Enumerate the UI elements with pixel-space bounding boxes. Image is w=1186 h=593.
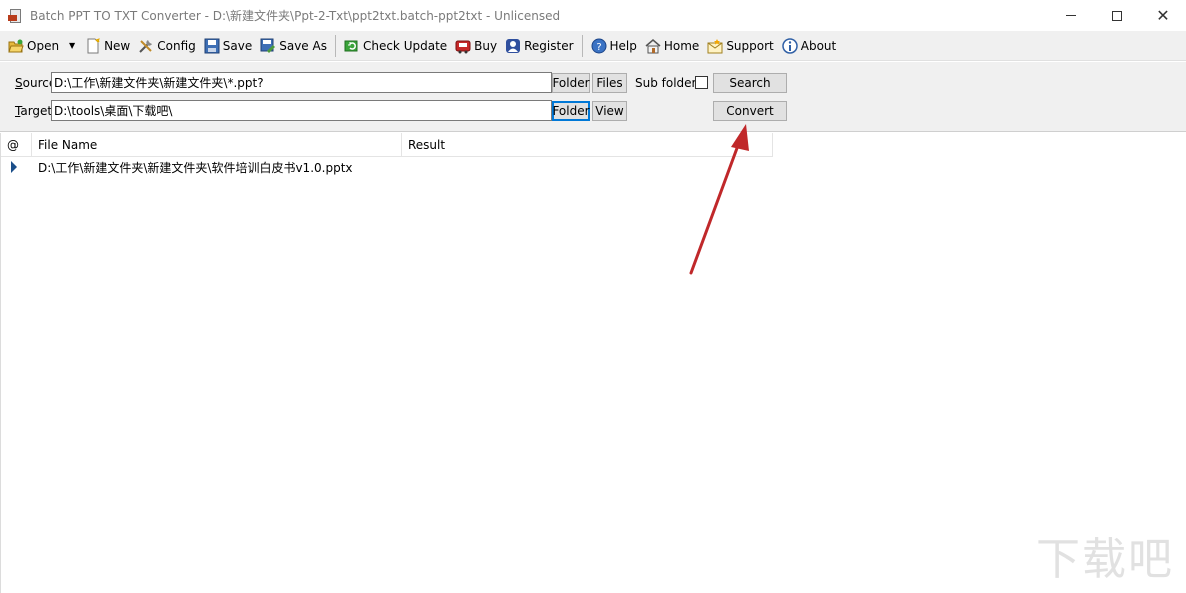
home-label: Home	[663, 38, 700, 53]
sub-folders-label: Sub folders	[635, 76, 703, 90]
help-button[interactable]: ? Help	[587, 34, 641, 58]
column-header-file-name[interactable]: File Name	[32, 133, 402, 157]
close-icon: ✕	[1156, 5, 1170, 25]
shopping-cart-icon	[455, 38, 471, 54]
current-row-indicator-icon	[11, 161, 17, 173]
refresh-icon	[344, 38, 360, 54]
new-button[interactable]: New	[81, 34, 134, 58]
close-button[interactable]: ✕	[1140, 0, 1186, 31]
target-path-input[interactable]	[51, 100, 552, 121]
search-button[interactable]: Search	[713, 73, 787, 93]
svg-text:?: ?	[596, 42, 601, 53]
support-label: Support	[726, 38, 774, 53]
tools-icon	[138, 38, 154, 54]
save-as-icon	[260, 38, 276, 54]
maximize-icon	[1112, 10, 1122, 21]
about-button[interactable]: About	[778, 34, 840, 58]
open-label: Open	[27, 38, 60, 53]
file-name-cell: D:\工作\新建文件夹\新建文件夹\软件培训白皮书v1.0.pptx	[38, 160, 353, 175]
register-button[interactable]: Register	[501, 34, 577, 58]
support-icon	[707, 38, 723, 54]
sub-folders-checkbox[interactable]	[695, 76, 708, 89]
support-button[interactable]: Support	[703, 34, 777, 58]
buy-button[interactable]: Buy	[451, 34, 501, 58]
minimize-button[interactable]	[1048, 0, 1094, 31]
title-bar: Batch PPT TO TXT Converter - D:\新建文件夹\Pp…	[0, 0, 1186, 31]
buy-label: Buy	[474, 38, 498, 53]
home-button[interactable]: Home	[641, 34, 703, 58]
folder-open-icon	[8, 38, 24, 54]
open-dropdown-button[interactable]: ▼	[65, 34, 79, 58]
save-label: Save	[222, 38, 253, 53]
target-label: Target	[15, 104, 53, 118]
home-icon	[645, 38, 661, 54]
source-path-input[interactable]	[51, 72, 552, 93]
check-update-button[interactable]: Check Update	[340, 34, 451, 58]
save-as-button[interactable]: Save As	[256, 34, 331, 58]
config-label: Config	[157, 38, 196, 53]
source-folder-button[interactable]: Folder	[552, 73, 590, 93]
user-register-icon	[505, 38, 521, 54]
chevron-down-icon: ▼	[68, 41, 76, 50]
result-cell	[402, 157, 773, 177]
config-button[interactable]: Config	[134, 34, 200, 58]
save-button[interactable]: Save	[200, 34, 256, 58]
input-panel: Source Folder Files Sub folders Search T…	[0, 62, 1186, 132]
target-folder-button[interactable]: Folder	[552, 101, 590, 121]
help-label: Help	[609, 38, 637, 53]
new-file-icon	[85, 37, 101, 54]
new-label: New	[104, 38, 131, 53]
minimize-icon	[1066, 15, 1076, 16]
convert-button[interactable]: Convert	[713, 101, 787, 121]
toolbar: Open ▼ New Config Save Save As Check Upd…	[0, 31, 1186, 61]
info-icon	[782, 37, 798, 54]
table-row[interactable]: D:\工作\新建文件夹\新建文件夹\软件培训白皮书v1.0.pptx	[1, 157, 773, 177]
grid-header: @ File Name Result	[1, 133, 773, 157]
toolbar-separator	[581, 34, 583, 57]
about-label: About	[800, 38, 837, 53]
save-as-label: Save As	[279, 38, 327, 53]
window-title: Batch PPT TO TXT Converter - D:\新建文件夹\Pp…	[30, 9, 561, 23]
toolbar-separator	[334, 34, 336, 57]
source-files-button[interactable]: Files	[592, 73, 627, 93]
help-icon: ?	[591, 38, 607, 54]
watermark-logo: 下载吧	[1036, 534, 1174, 585]
column-header-result[interactable]: Result	[402, 133, 773, 157]
check-update-label: Check Update	[362, 38, 448, 53]
target-view-button[interactable]: View	[592, 101, 627, 121]
column-header-status[interactable]: @	[1, 133, 32, 157]
floppy-disk-icon	[204, 38, 220, 54]
file-grid: @ File Name Result D:\工作\新建文件夹\新建文件夹\软件培…	[0, 133, 1186, 593]
register-label: Register	[524, 38, 574, 53]
open-button[interactable]: Open	[4, 34, 63, 58]
maximize-button[interactable]	[1094, 0, 1140, 31]
app-icon	[8, 8, 24, 24]
window-controls: ✕	[1048, 0, 1186, 31]
